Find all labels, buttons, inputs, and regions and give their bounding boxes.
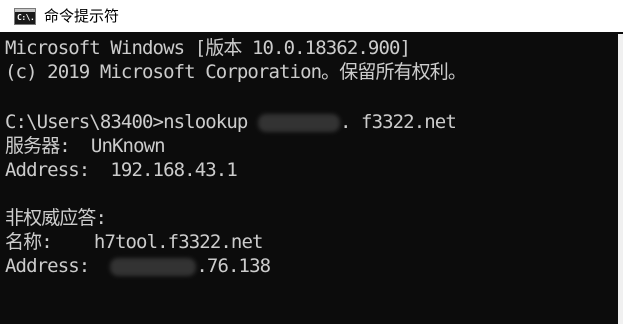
address-label: Address:	[5, 159, 111, 181]
console-icon: C:\.	[14, 7, 36, 25]
console-line-address: Address: 192.168.43.1	[5, 158, 238, 182]
server-label: 服务器:	[5, 135, 91, 157]
console-line-nonauth: 非权威应答:	[5, 206, 107, 230]
console-line-version: Microsoft Windows [版本 10.0.18362.900]	[5, 36, 411, 60]
address2-suffix: .76.138	[196, 255, 271, 277]
console-line-command: C:\Users\83400>nslookup . f3322.net	[5, 110, 457, 134]
redacted-subdomain	[257, 113, 340, 132]
name-value: h7tool.f3322.net	[93, 231, 264, 253]
console-line-server: 服务器: UnKnown	[5, 134, 166, 158]
address-value: 192.168.43.1	[110, 159, 237, 181]
console-line-name: 名称: h7tool.f3322.net	[5, 230, 263, 254]
scrollbar[interactable]	[618, 34, 623, 324]
command-domain-suffix: . f3322.net	[339, 111, 457, 133]
command-text: nslookup	[163, 111, 258, 133]
console-line-copyright: (c) 2019 Microsoft Corporation。保留所有权利。	[5, 60, 467, 84]
server-value: UnKnown	[90, 135, 166, 157]
console-icon-glyph: C:\.	[17, 12, 35, 22]
command-prompt-window: C:\. 命令提示符 Microsoft Windows [版本 10.0.18…	[0, 0, 623, 324]
title-bar[interactable]: C:\. 命令提示符	[0, 0, 623, 32]
console-output[interactable]: Microsoft Windows [版本 10.0.18362.900] (c…	[0, 34, 618, 324]
version-text: Microsoft Windows [版本 10.0.18362.900]	[5, 37, 411, 59]
prompt-text: C:\Users\83400>	[5, 111, 164, 133]
console-icon-bar	[15, 8, 35, 12]
window-title: 命令提示符	[44, 7, 120, 25]
copyright-text: (c) 2019 Microsoft Corporation。保留所有权利。	[5, 61, 467, 83]
address2-label: Address:	[5, 255, 111, 277]
console-line-address2: Address: .76.138	[5, 254, 271, 278]
redacted-ip-prefix	[110, 257, 197, 276]
name-label: 名称:	[5, 231, 94, 253]
nonauth-label: 非权威应答:	[5, 207, 107, 229]
